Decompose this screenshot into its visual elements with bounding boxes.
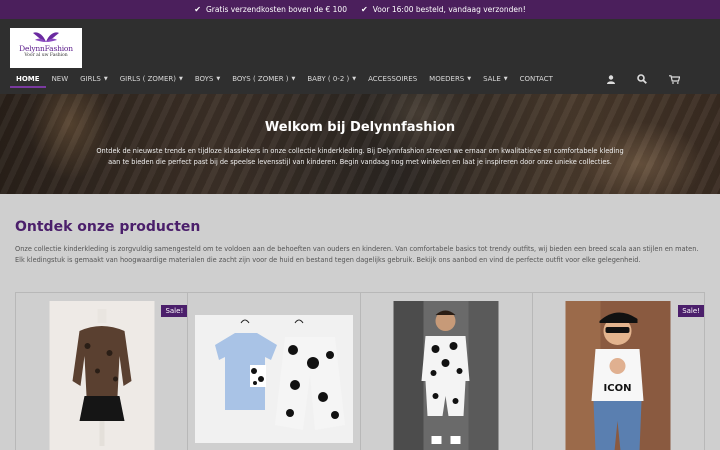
nav-item-moeders[interactable]: MOEDERS ▼	[423, 70, 477, 88]
chevron-down-icon: ▼	[178, 76, 183, 82]
usp-delivery: ✔ Voor 16:00 besteld, vandaag verzonden!	[361, 5, 526, 14]
chevron-down-icon: ▼	[352, 76, 357, 82]
cart-icon[interactable]	[669, 74, 680, 84]
sale-badge: Sale!	[161, 305, 188, 317]
product-card[interactable]	[187, 293, 359, 450]
search-icon[interactable]	[637, 74, 647, 84]
section-text: Onze collectie kinderkleding is zorgvuld…	[15, 245, 699, 264]
logo-tagline: Voor al uw Fashion	[24, 53, 68, 58]
header-icons	[607, 70, 680, 88]
usp-text: Voor 16:00 besteld, vandaag verzonden!	[372, 5, 526, 14]
check-icon: ✔	[194, 5, 201, 14]
usp-text: Gratis verzendkosten boven de € 100	[205, 5, 347, 14]
product-image[interactable]: ICON	[565, 301, 671, 450]
user-icon[interactable]	[607, 74, 615, 84]
nav-item-contact[interactable]: CONTACT	[514, 70, 559, 88]
hero-title: Welkom bij Delynnfashion	[264, 120, 456, 135]
product-grid: Sale! ICON Sale!	[15, 292, 705, 450]
check-icon: ✔	[360, 5, 368, 14]
product-card[interactable]: Sale!	[15, 293, 188, 450]
chevron-down-icon: ▼	[103, 76, 108, 82]
nav-item-boys[interactable]: BOYS ▼	[189, 70, 226, 88]
chevron-down-icon: ▼	[467, 76, 472, 82]
product-card[interactable]	[359, 293, 532, 450]
usp-shipping: ✔ Gratis verzendkosten boven de € 100	[194, 5, 347, 14]
product-image[interactable]	[194, 315, 353, 443]
nav-item-girls-zomer[interactable]: GIRLS ( ZOMER) ▼	[114, 70, 189, 88]
nav-item-girls[interactable]: GIRLS ▼	[74, 70, 114, 88]
usp-bar: ✔ Gratis verzendkosten boven de € 100 ✔ …	[0, 0, 720, 19]
nav-item-accessoires[interactable]: ACCESSOIRES	[362, 70, 423, 88]
hero-text: Ontdek de nieuwste trends en tijdloze kl…	[96, 147, 624, 166]
nav-item-boys-zomer[interactable]: BOYS ( ZOMER ) ▼	[226, 70, 301, 88]
chevron-down-icon: ▼	[291, 76, 296, 82]
main-nav: HOME NEW GIRLS ▼ GIRLS ( ZOMER) ▼ BOYS ▼ BO…	[10, 70, 559, 88]
site-header: DelynnFashion Voor al uw Fashion HOME NE…	[0, 19, 720, 94]
butterfly-logo-icon	[33, 32, 59, 42]
product-card[interactable]: ICON Sale!	[531, 293, 705, 450]
chevron-down-icon: ▼	[503, 76, 508, 82]
product-image[interactable]	[393, 301, 499, 450]
nav-item-baby[interactable]: BABY ( 0-2 ) ▼	[301, 70, 362, 88]
nav-item-home[interactable]: HOME	[10, 70, 46, 88]
nav-item-new[interactable]: NEW	[46, 70, 75, 88]
svg-text:ICON: ICON	[604, 383, 632, 394]
sale-badge: Sale!	[678, 305, 704, 317]
site-logo[interactable]: DelynnFashion Voor al uw Fashion	[10, 28, 82, 68]
logo-name: DelynnFashion	[19, 44, 73, 53]
hero-banner: Welkom bij Delynnfashion Ontdek de nieuw…	[0, 94, 720, 194]
product-image[interactable]	[49, 301, 155, 450]
chevron-down-icon: ▼	[216, 76, 221, 82]
nav-item-sale[interactable]: SALE ▼	[477, 70, 514, 88]
section-title: Ontdek onze producten	[15, 219, 201, 235]
